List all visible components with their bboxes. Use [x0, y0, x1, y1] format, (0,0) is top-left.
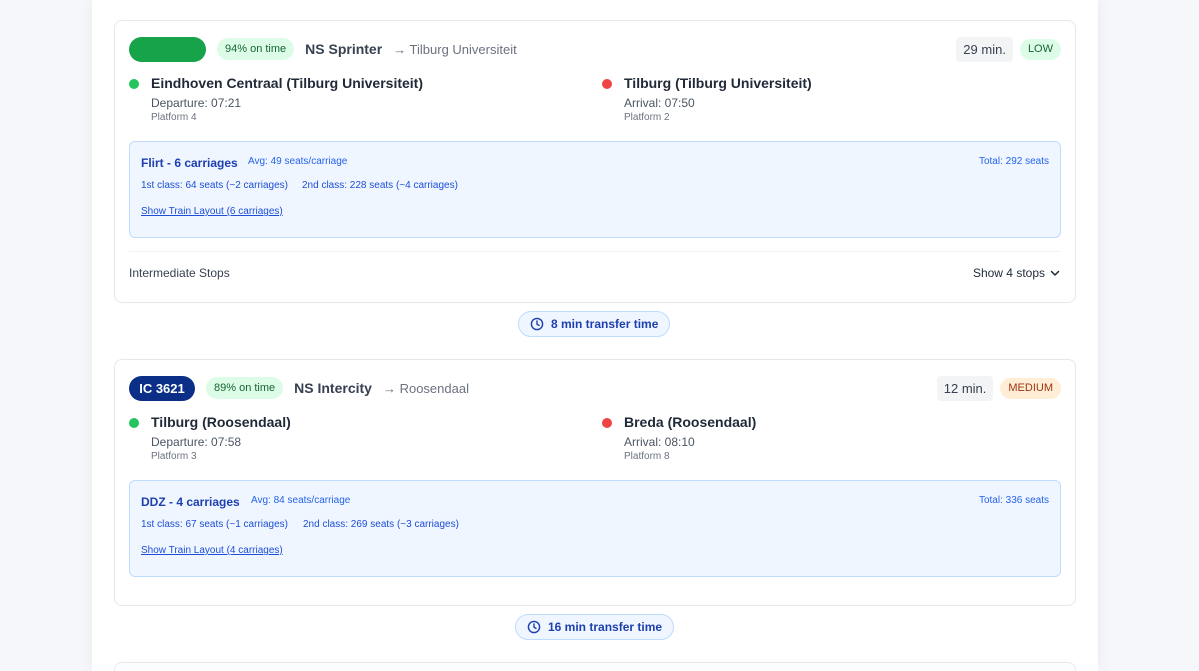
capacity-panel: Flirt - 6 carriages Avg: 49 seats/carria… [129, 141, 1061, 238]
chevron-down-icon [1050, 270, 1060, 276]
arrival-station: Breda (Roosendaal) [624, 414, 757, 430]
destination: → Tilburg Universiteit [393, 41, 517, 57]
transfer-time: 8 min transfer time [551, 317, 659, 331]
arrival-station: Tilburg (Tilburg Universiteit) [624, 75, 812, 91]
departure-dot-icon [129, 79, 139, 89]
capacity-panel: DDZ - 4 carriages Avg: 84 seats/carriage… [129, 480, 1061, 577]
departure-platform: Platform 4 [151, 112, 197, 123]
departure-platform: Platform 3 [151, 451, 197, 462]
total-seats: Total: 336 seats [978, 495, 1049, 506]
train-number-badge: IC 3621 [129, 375, 195, 401]
leg-header: 94% on time NS Sprinter → Tilburg Univer… [129, 36, 1061, 62]
duration-badge: 12 min. [936, 375, 994, 401]
journey-panel: 94% on time NS Sprinter → Tilburg Univer… [92, 0, 1098, 671]
departure-station: Eindhoven Centraal (Tilburg Universiteit… [151, 75, 424, 91]
crowding-badge: MEDIUM [1000, 377, 1061, 399]
arrival-dot-icon [602, 418, 612, 428]
arrival-stop: Tilburg (Tilburg Universiteit) Arrival: … [602, 75, 1022, 123]
leg-card-1: 94% on time NS Sprinter → Tilburg Univer… [114, 20, 1076, 303]
departure-station: Tilburg (Roosendaal) [151, 414, 291, 430]
train-type: Flirt - 6 carriages [141, 156, 238, 170]
destination: → Roosendaal [382, 380, 469, 396]
arrival-time: Arrival: 07:50 [624, 96, 695, 110]
departure-stop: Tilburg (Roosendaal) Departure: 07:58 Pl… [129, 414, 549, 462]
second-class-seats: 2nd class: 228 seats (~4 carriages) [302, 180, 458, 191]
total-seats: Total: 292 seats [978, 156, 1049, 167]
train-type: DDZ - 4 carriages [141, 495, 240, 509]
show-train-layout-link[interactable]: Show Train Layout (6 carriages) [141, 206, 283, 217]
show-stops-label: Show 4 stops [972, 265, 1045, 280]
arrival-stop: Breda (Roosendaal) Arrival: 08:10 Platfo… [602, 414, 1022, 462]
intermediate-stops-label: Intermediate Stops [129, 265, 230, 280]
operator-name: NS Sprinter [305, 41, 383, 57]
arrival-time: Arrival: 08:10 [624, 435, 695, 449]
show-stops-toggle[interactable]: Show 4 stops [973, 266, 1061, 280]
crowding-badge: LOW [1019, 38, 1061, 60]
show-train-layout-link[interactable]: Show Train Layout (4 carriages) [141, 545, 283, 556]
clock-icon [527, 620, 541, 634]
on-time-badge: 89% on time [206, 377, 284, 399]
train-number-badge [129, 36, 206, 62]
departure-time: Departure: 07:21 [151, 96, 242, 110]
avg-seats: Avg: 84 seats/carriage [251, 495, 351, 506]
operator-name: NS Intercity [294, 380, 372, 396]
duration-badge: 29 min. [956, 36, 1013, 62]
departure-time: Departure: 07:58 [151, 435, 242, 449]
first-class-seats: 1st class: 64 seats (~2 carriages) [141, 180, 289, 191]
arrival-platform: Platform 8 [624, 451, 670, 462]
arrival-platform: Platform 2 [624, 112, 670, 123]
on-time-badge: 94% on time [217, 38, 295, 60]
intermediate-stops: Intermediate Stops Show 4 stops [129, 251, 1061, 293]
transfer-badge: 16 min transfer time [515, 614, 675, 640]
departure-stop: Eindhoven Centraal (Tilburg Universiteit… [129, 75, 549, 123]
second-class-seats: 2nd class: 269 seats (~3 carriages) [303, 519, 459, 530]
transfer-time: 16 min transfer time [548, 620, 663, 634]
departure-dot-icon [129, 418, 139, 428]
leg-card-3 [114, 662, 1076, 671]
transfer-badge: 8 min transfer time [518, 311, 671, 337]
avg-seats: Avg: 49 seats/carriage [248, 156, 348, 167]
clock-icon [530, 317, 544, 331]
leg-card-2: IC 3621 89% on time NS Intercity → Roose… [114, 359, 1076, 606]
first-class-seats: 1st class: 67 seats (~1 carriages) [141, 519, 289, 530]
arrival-dot-icon [602, 79, 612, 89]
leg-header: IC 3621 89% on time NS Intercity → Roose… [129, 375, 1061, 401]
